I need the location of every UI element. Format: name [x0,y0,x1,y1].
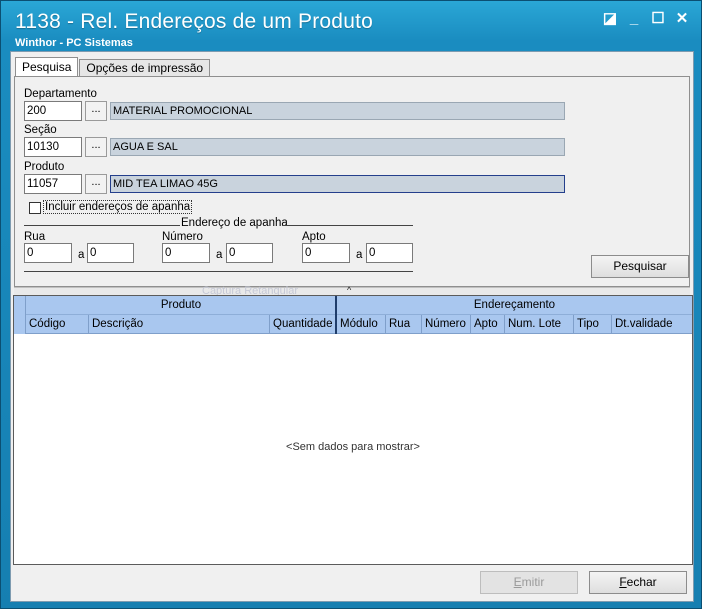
client-area: Pesquisa Opções de impressão Departament… [10,51,694,602]
results-grid: Produto Endereçamento Código Descrição Q… [13,295,693,565]
group-line-right [282,225,413,226]
row-indicator-column [14,296,26,334]
window-subtitle: Winthor - PC Sistemas [15,37,133,49]
secao-lookup-button[interactable]: ... [85,137,107,157]
secao-code-input[interactable]: 10130 [24,137,82,157]
search-panel: Departamento 200 ... MATERIAL PROMOCIONA… [14,76,690,287]
departamento-code-input[interactable]: 200 [24,101,82,121]
apto-to-input[interactable]: 0 [366,243,413,263]
maximize-icon[interactable]: ☐ [649,9,667,27]
band-produto: Produto [160,299,202,311]
group-line-left [24,225,180,226]
tab-opcoes-impressao[interactable]: Opções de impressão [79,59,211,77]
col-descricao[interactable]: Descrição [89,315,270,334]
departamento-label: Departamento [24,88,97,100]
numero-from-input[interactable]: 0 [162,243,210,263]
col-tipo[interactable]: Tipo [574,315,612,334]
emitir-button: Emitir [480,571,578,594]
col-numero[interactable]: Número [422,315,471,334]
col-rua[interactable]: Rua [386,315,422,334]
rua-label: Rua [24,231,46,243]
tab-strip: Pesquisa Opções de impressão [15,57,211,77]
produto-code-input[interactable]: 11057 [24,174,82,194]
departamento-desc-field: MATERIAL PROMOCIONAL [110,102,565,120]
rua-to-input[interactable]: 0 [87,243,134,263]
group-line-bottom [24,271,413,272]
window-controls: ◪ _ ☐ ✕ [601,9,691,27]
col-num-lote[interactable]: Num. Lote [505,315,574,334]
departamento-lookup-button[interactable]: ... [85,101,107,121]
numero-range-sep: a [216,249,223,261]
apto-label: Apto [302,231,326,243]
produto-desc-field: MID TEA LIMAO 45G [110,175,565,193]
secao-label: Seção [24,124,57,136]
collapse-arrow-icon[interactable]: ^ [347,285,351,295]
col-apto[interactable]: Apto [471,315,505,334]
close-icon[interactable]: ✕ [673,9,691,27]
rua-range-sep: a [78,249,85,261]
incluir-apanha-label[interactable]: Incluir endereços de apanha [43,200,193,214]
band-enderecamento: Endereçamento [473,299,556,311]
col-modulo[interactable]: Módulo [337,315,386,334]
rua-from-input[interactable]: 0 [24,243,72,263]
secao-desc-field: AGUA E SAL [110,138,565,156]
app-window: 1138 - Rel. Endereços de um Produto Wint… [0,0,702,609]
numero-label: Número [162,231,203,243]
grid-band-row: Produto Endereçamento [14,296,692,315]
panel-splitter[interactable]: Captura Retangular ^ [14,285,690,297]
endereco-apanha-label: Endereço de apanha [181,217,288,229]
produto-lookup-button[interactable]: ... [85,174,107,194]
col-quantidade[interactable]: Quantidade [270,315,336,334]
minimize-icon[interactable]: _ [625,9,643,27]
fechar-button[interactable]: Fechar [589,571,687,594]
col-codigo[interactable]: Código [26,315,89,334]
tab-pesquisa[interactable]: Pesquisa [15,57,79,77]
empty-grid-message: <Sem dados para mostrar> [286,441,420,453]
grid-column-row: Código Descrição Quantidade Módulo Rua N… [14,315,692,334]
band-separator [335,296,337,334]
footer-bar: Emitir Fechar [13,565,693,601]
incluir-apanha-checkbox[interactable] [29,202,41,214]
col-dt-validade[interactable]: Dt.validade [612,315,692,334]
pesquisar-button[interactable]: Pesquisar [591,255,689,278]
apto-from-input[interactable]: 0 [302,243,350,263]
apto-range-sep: a [356,249,363,261]
window-title: 1138 - Rel. Endereços de um Produto [15,10,373,33]
produto-label: Produto [24,161,65,173]
restore-icon[interactable]: ◪ [601,9,619,27]
numero-to-input[interactable]: 0 [226,243,273,263]
